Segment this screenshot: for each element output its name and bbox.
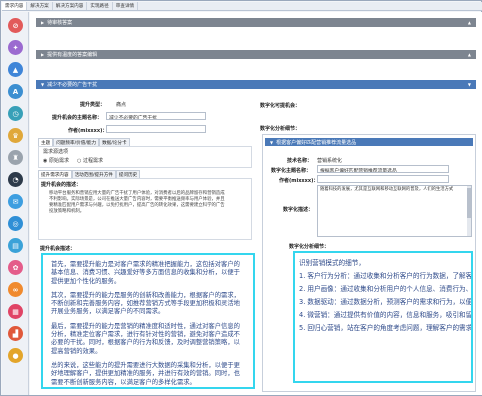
right-analysis-panel: ▼ 根据客户偏好匹配营销推荐流量选品 技术名称： 营销系统化 数字化主题名称： 根…: [262, 134, 476, 392]
main-content: ▶ 待审核答案 ▲ ▶ 提供有温度的答案编辑 ▲ ▼ 减少不必要的广告干扰 ▼ 提升类…: [30, 12, 482, 395]
link-icon[interactable]: ∞: [8, 282, 23, 297]
analysis-label: 数字化分析细节：: [260, 126, 301, 132]
scrollbar[interactable]: [467, 186, 471, 236]
detail-paragraph: 其次，需要提升的能力是服务的创新和改善能力，根据客户的需求，不断创新和完善服务内…: [51, 291, 240, 316]
right-author-label: 作者(mixxxx)：: [279, 178, 319, 184]
left-panel: 提升类型： 痛点 提升机会的主题名称： 减少不必要的广告干扰 作者(mixxxx…: [36, 92, 256, 392]
expand-icon: ▲: [467, 20, 471, 25]
detail-point: 1. 客户行为分析：通过收集和分析客户的行为数据，了解客户的需: [299, 272, 473, 280]
palette-icon[interactable]: ✿: [8, 260, 23, 275]
ban-icon[interactable]: ⊘: [8, 18, 23, 33]
type-value: 痛点: [116, 102, 127, 108]
expand-icon: ▲: [467, 52, 471, 57]
subject-label: 提升机会的主题名称：: [52, 115, 103, 121]
type-label: 提升类型：: [80, 102, 106, 108]
digital-desc-label: 数字化描述：: [283, 207, 314, 213]
digital-desc-textarea[interactable]: 随着科技的发展，尤其是互联网和移动互联网的普及，人们的生活方式: [317, 185, 472, 237]
detail-intro: 识别营销模式的细节，: [299, 259, 365, 267]
globe-icon[interactable]: ◎: [8, 216, 23, 231]
right-author-input[interactable]: [317, 175, 449, 183]
top-tab-bar: 需求内容 解决方案 解决方案内容 实现路径 审查详情: [2, 2, 482, 11]
topic-label: 数字化主题名称：: [271, 168, 312, 174]
clock-icon[interactable]: ◷: [8, 106, 23, 121]
tab-review-details[interactable]: 审查详情: [113, 2, 139, 10]
abc-icon[interactable]: A: [8, 84, 23, 99]
collapse-icon: ▼: [467, 82, 471, 87]
radio-original[interactable]: ◉ 原始需求: [43, 157, 69, 164]
tab-implementation-path[interactable]: 实现路径: [87, 2, 113, 10]
app-window: 需求内容 解决方案 解决方案内容 实现路径 审查详情 ⊘ ✦ ▲ A ◷ ♛ ♜ ◔ ✉ ◎ ▤ ✿ ∞…: [0, 0, 482, 396]
desc-label: 提升机会的描述：: [41, 182, 82, 188]
building-icon[interactable]: ▦: [8, 304, 23, 319]
collapse-arrow-icon: ▶: [41, 20, 45, 25]
need-source-label: 需求源选项: [43, 149, 69, 155]
rank-label: 数字化可提机会：: [260, 103, 301, 109]
puzzle-icon[interactable]: ✦: [8, 40, 23, 55]
detail-point: 5. 回归心营销，站在客户的角度考虑问题，理解客户的需求和痛点: [299, 324, 473, 332]
tab-solution-content[interactable]: 解决方案内容: [53, 2, 88, 10]
digital-desc-text: 随着科技的发展，尤其是互联网和移动互联网的普及，人们的生活方式: [320, 187, 454, 192]
topic-input[interactable]: 根据客户偏好匹配营销推荐流量选品: [317, 165, 449, 173]
tab-solution[interactable]: 解决方案: [27, 2, 53, 10]
mountain-icon[interactable]: ▲: [8, 62, 23, 77]
section-header-pending[interactable]: ▶ 待审核答案 ▲: [36, 18, 476, 27]
detail-textarea[interactable]: 首先，需要提升能力是对客户需求的精准把握能力，这包括对客户的基本信息、消费习惯、…: [41, 253, 255, 389]
section-header-reduce-ads[interactable]: ▼ 减少不必要的广告干扰 ▼: [36, 80, 476, 89]
tower-icon[interactable]: ♜: [8, 150, 23, 165]
right-detail-label: 数字化分析细节：: [289, 244, 330, 250]
need-source-box: 需求源选项 ◉ 原始需求 ○ 过程需求: [38, 146, 252, 168]
desc-box: 提升机会的描述： 移动平台服务和营销应用大量的广告干扰了用户体验，对消费者以后的…: [38, 178, 252, 240]
trophy-icon[interactable]: ♛: [8, 128, 23, 143]
collapse-arrow-icon: ▼: [270, 139, 274, 145]
tech-label: 技术名称：: [287, 158, 313, 164]
document-icon[interactable]: ▤: [8, 238, 23, 253]
radio-process-label: 过程需求: [82, 158, 103, 164]
tech-value: 营销系统化: [317, 158, 343, 164]
detail-point: 2. 用户画像：通过收集和分析用户的个人信息、消费行为、社交行: [299, 285, 473, 293]
inner-section-title: 根据客户偏好匹配营销推荐流量选品: [276, 139, 357, 146]
chat-icon[interactable]: ✉: [8, 194, 23, 209]
inner-section-header[interactable]: ▼ 根据客户偏好匹配营销推荐流量选品: [265, 138, 473, 146]
section-title: 减少不必要的广告干扰: [47, 82, 98, 88]
detail-paragraph: 总的来说，这些能力的提升需要进行大数据的采集和分析，以便于更好地理解客户，提供更…: [51, 361, 240, 386]
section-header-warm-answer[interactable]: ▶ 提供有温度的答案编辑 ▲: [36, 50, 476, 59]
author-label: 作者(mixxxx)：: [68, 128, 108, 134]
desc-text: 移动平台服务和营销应用大量的广告干扰了用户体验，对消费者以后的品牌留存和营销造成…: [49, 191, 225, 214]
detail-point: 3. 数据驱动：通过数据分析，预测客户的需求和行为，以便在合适: [299, 298, 473, 306]
subject-input[interactable]: 减少不必要的广告干扰: [106, 112, 206, 120]
podium-icon[interactable]: ▟: [8, 326, 23, 341]
right-detail-textarea[interactable]: 识别营销模式的细节， 1. 客户行为分析：通过收集和分析客户的行为数据，了解客户…: [293, 251, 473, 383]
radio-process[interactable]: ○ 过程需求: [77, 157, 103, 164]
tab-requirement-content[interactable]: 需求内容: [2, 2, 28, 10]
collapse-arrow-icon: ▼: [41, 82, 45, 87]
detail-label: 提升机会描述：: [40, 246, 76, 252]
gauge-icon[interactable]: ◔: [8, 172, 23, 187]
collapse-arrow-icon: ▶: [41, 52, 45, 57]
coin-icon[interactable]: ●: [8, 348, 23, 363]
detail-paragraph: 首先，需要提升能力是对客户需求的精准把握能力，这包括对客户的基本信息、消费习惯、…: [51, 261, 240, 285]
detail-point: 4. 微营销：通过提供有价值的内容，信息和服务，吸引和留住客: [299, 311, 473, 319]
section-title: 提供有温度的答案编辑: [47, 52, 98, 58]
section-title: 待审核答案: [47, 20, 73, 26]
author-input[interactable]: [106, 125, 206, 133]
icon-sidebar: ⊘ ✦ ▲ A ◷ ♛ ♜ ◔ ✉ ◎ ▤ ✿ ∞ ▦ ▟ ●: [2, 12, 29, 395]
detail-paragraph: 最后，需要提升的能力是营销的精准度和适时性，通过对客户信息的分析，精准定位客户需…: [51, 322, 240, 355]
radio-original-label: 原始需求: [48, 158, 69, 164]
